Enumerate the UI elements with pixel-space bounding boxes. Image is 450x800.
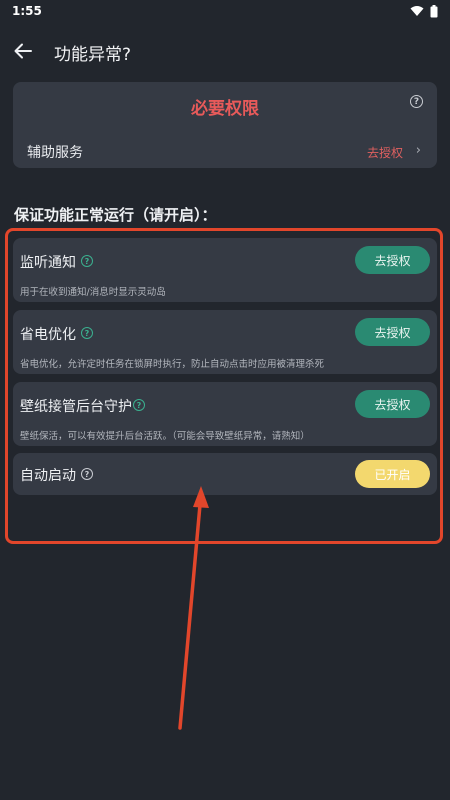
required-permission-card: 必要权限 ? 辅助服务 去授权 ›: [13, 82, 437, 168]
help-icon[interactable]: ?: [410, 95, 423, 108]
status-bar: 1:55: [0, 0, 450, 22]
accessibility-service-row[interactable]: 辅助服务 去授权 ›: [13, 138, 437, 164]
page-title: 功能异常?: [54, 45, 132, 65]
section-title: 保证功能正常运行（请开启）：: [14, 206, 217, 224]
accessibility-service-authorize-link[interactable]: 去授权: [367, 144, 403, 161]
status-time: 1:55: [12, 4, 42, 18]
wifi-icon: [410, 6, 424, 16]
battery-icon: [430, 4, 438, 17]
chevron-right-icon: ›: [415, 143, 421, 158]
status-icons: [410, 4, 438, 18]
required-permission-title: 必要权限: [191, 99, 259, 119]
annotation-highlight-box: [5, 228, 443, 544]
back-button[interactable]: [10, 38, 36, 64]
app-bar: 功能异常?: [0, 28, 450, 74]
arrow-left-icon: [14, 43, 32, 59]
accessibility-service-label: 辅助服务: [27, 145, 83, 161]
